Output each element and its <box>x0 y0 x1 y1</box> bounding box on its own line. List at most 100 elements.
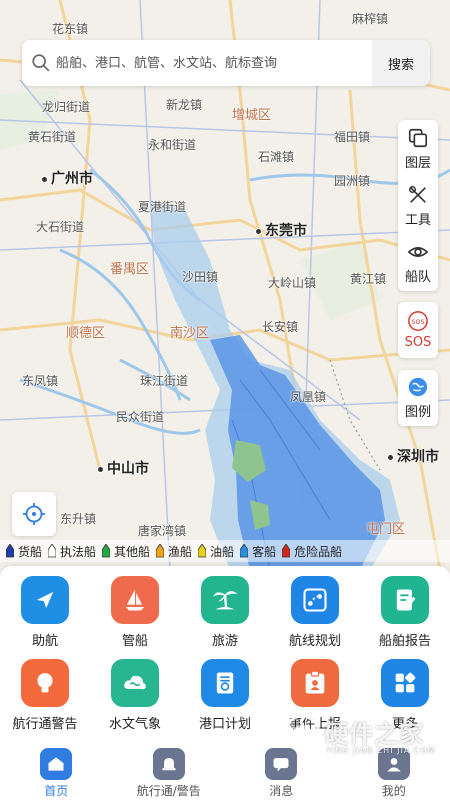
map-label: 永和街道 <box>148 138 197 152</box>
map-label: 东莞市 <box>256 220 307 240</box>
map-label: 黄江镇 <box>350 272 387 286</box>
navigation-icon <box>21 576 69 624</box>
map-label: 新龙镇 <box>166 98 203 112</box>
layers-icon <box>408 128 428 147</box>
nav-notices[interactable]: 航行通/警告 <box>113 744 226 800</box>
sailboat-icon <box>111 576 159 624</box>
function-label: 水文气象 <box>108 717 161 732</box>
nav-home[interactable]: 首页 <box>0 744 113 800</box>
crosshair-icon <box>23 503 45 525</box>
ship-marker-icon <box>198 544 207 558</box>
map-label: 福田镇 <box>334 130 371 144</box>
legend-label: 执法船 <box>60 544 97 559</box>
map-label: 大岭山镇 <box>268 276 317 290</box>
ship-marker-icon <box>6 544 14 558</box>
search-bar: 搜索 <box>22 40 430 86</box>
function-manage-ship[interactable]: 管船 <box>90 576 180 649</box>
ship-type-legend: 货船 执法船 其他船 渔船 油船 客船 危险品船 <box>0 540 450 562</box>
function-hydro-weather[interactable]: 水文气象 <box>90 659 180 732</box>
function-label: 更多 <box>391 717 418 732</box>
tools-button[interactable]: 工具 <box>398 177 438 234</box>
map-label: 东凤镇 <box>22 374 59 388</box>
tools-label: 工具 <box>404 212 431 228</box>
map-label: 麻榨镇 <box>352 12 389 26</box>
nav-label: 航行通/警告 <box>136 784 201 798</box>
search-button[interactable]: 搜索 <box>372 40 430 86</box>
ship-marker-icon <box>48 544 57 558</box>
function-label: 船舶报告 <box>378 634 431 649</box>
map-label: 石滩镇 <box>258 150 295 164</box>
bulb-alert-icon <box>21 659 69 707</box>
function-more[interactable]: 更多 <box>360 659 450 732</box>
function-ship-report[interactable]: 船舶报告 <box>360 576 450 649</box>
legend-button[interactable]: 图例 <box>398 370 438 426</box>
legend-item: 执法船 <box>48 543 96 560</box>
nav-profile[interactable]: 我的 <box>338 744 450 800</box>
port-plan-icon <box>201 659 249 707</box>
map-label: 南沙区 <box>170 326 210 341</box>
function-port-plan[interactable]: 港口计划 <box>180 659 270 732</box>
legend-item: 渔船 <box>156 543 192 560</box>
locate-button[interactable] <box>12 492 56 536</box>
map-tool-panel: 图层 工具 船队 <box>398 120 438 291</box>
nav-label: 消息 <box>269 784 294 798</box>
sos-icon: SOS <box>408 311 428 331</box>
layers-label: 图层 <box>404 155 431 171</box>
palm-island-icon <box>201 576 249 624</box>
function-label: 旅游 <box>211 634 238 649</box>
map-label: 大石街道 <box>36 220 85 234</box>
globe-icon <box>408 377 428 397</box>
eye-icon <box>407 246 429 257</box>
map-label: 中山市 <box>98 458 149 478</box>
function-tourism[interactable]: 旅游 <box>180 576 270 649</box>
function-route-plan[interactable]: 航线规划 <box>270 576 360 649</box>
route-plan-icon <box>291 576 339 624</box>
legend-label: 油船 <box>210 544 235 559</box>
map-label: 顺德区 <box>66 326 106 341</box>
function-label: 助航 <box>31 634 58 649</box>
fleet-label: 船队 <box>404 269 431 285</box>
more-grid-icon <box>381 659 429 707</box>
legend-panel: 图例 <box>398 370 438 426</box>
home-icon <box>40 748 73 780</box>
legend-label: 其他船 <box>114 544 151 559</box>
function-label: 港口计划 <box>198 717 251 732</box>
function-label: 航行通警告 <box>12 717 78 732</box>
function-event-report[interactable]: 事件上报 <box>270 659 360 732</box>
legend-label: 客船 <box>252 544 277 559</box>
map-label: 唐家湾镇 <box>138 524 187 538</box>
legend-item: 货船 <box>6 543 42 560</box>
legend-item: 危险品船 <box>282 543 342 560</box>
map-label: 长安镇 <box>262 320 299 334</box>
nav-messages[interactable]: 消息 <box>225 744 338 800</box>
fleet-button[interactable]: 船队 <box>398 234 438 291</box>
nav-label: 我的 <box>381 784 406 798</box>
function-nav-warning[interactable]: 航行通警告 <box>0 659 90 732</box>
ship-marker-icon <box>156 544 165 558</box>
map-label: 园洲镇 <box>334 174 371 188</box>
function-grid: 助航 管船 旅游 航线规划 船舶报告 航行通警告 水文气象 港口计划 事件上报 … <box>0 576 450 732</box>
sos-button[interactable]: SOS SOS <box>398 302 438 358</box>
nav-label: 首页 <box>44 784 69 798</box>
legend-label: 图例 <box>404 405 431 420</box>
map-label: 屯门区 <box>366 522 406 537</box>
function-label: 航线规划 <box>288 634 341 649</box>
user-icon <box>377 748 410 780</box>
layers-button[interactable]: 图层 <box>398 120 438 177</box>
map-label: 花东镇 <box>52 22 89 36</box>
map-label: 沙田镇 <box>182 270 219 284</box>
map-label: 凤凰镇 <box>290 390 327 404</box>
map-label: 增城区 <box>232 108 272 123</box>
legend-item: 客船 <box>240 543 276 560</box>
map-label: 民众街道 <box>116 410 165 424</box>
search-input[interactable] <box>56 55 386 71</box>
map-label: 东升镇 <box>60 512 97 526</box>
ship-marker-icon <box>240 544 249 558</box>
function-navigation[interactable]: 助航 <box>0 576 90 649</box>
bottom-nav: 首页 航行通/警告 消息 我的 <box>0 744 450 800</box>
map-label: 广州市 <box>42 168 93 188</box>
weather-icon <box>111 659 159 707</box>
map-view[interactable]: 花东镇 麻榨镇 龙归街道 新龙镇 增城区 黄石街道 永和街道 福田镇 广州市 石… <box>0 0 450 570</box>
legend-item: 其他船 <box>102 543 150 560</box>
map-label: 深圳市 <box>388 446 439 466</box>
